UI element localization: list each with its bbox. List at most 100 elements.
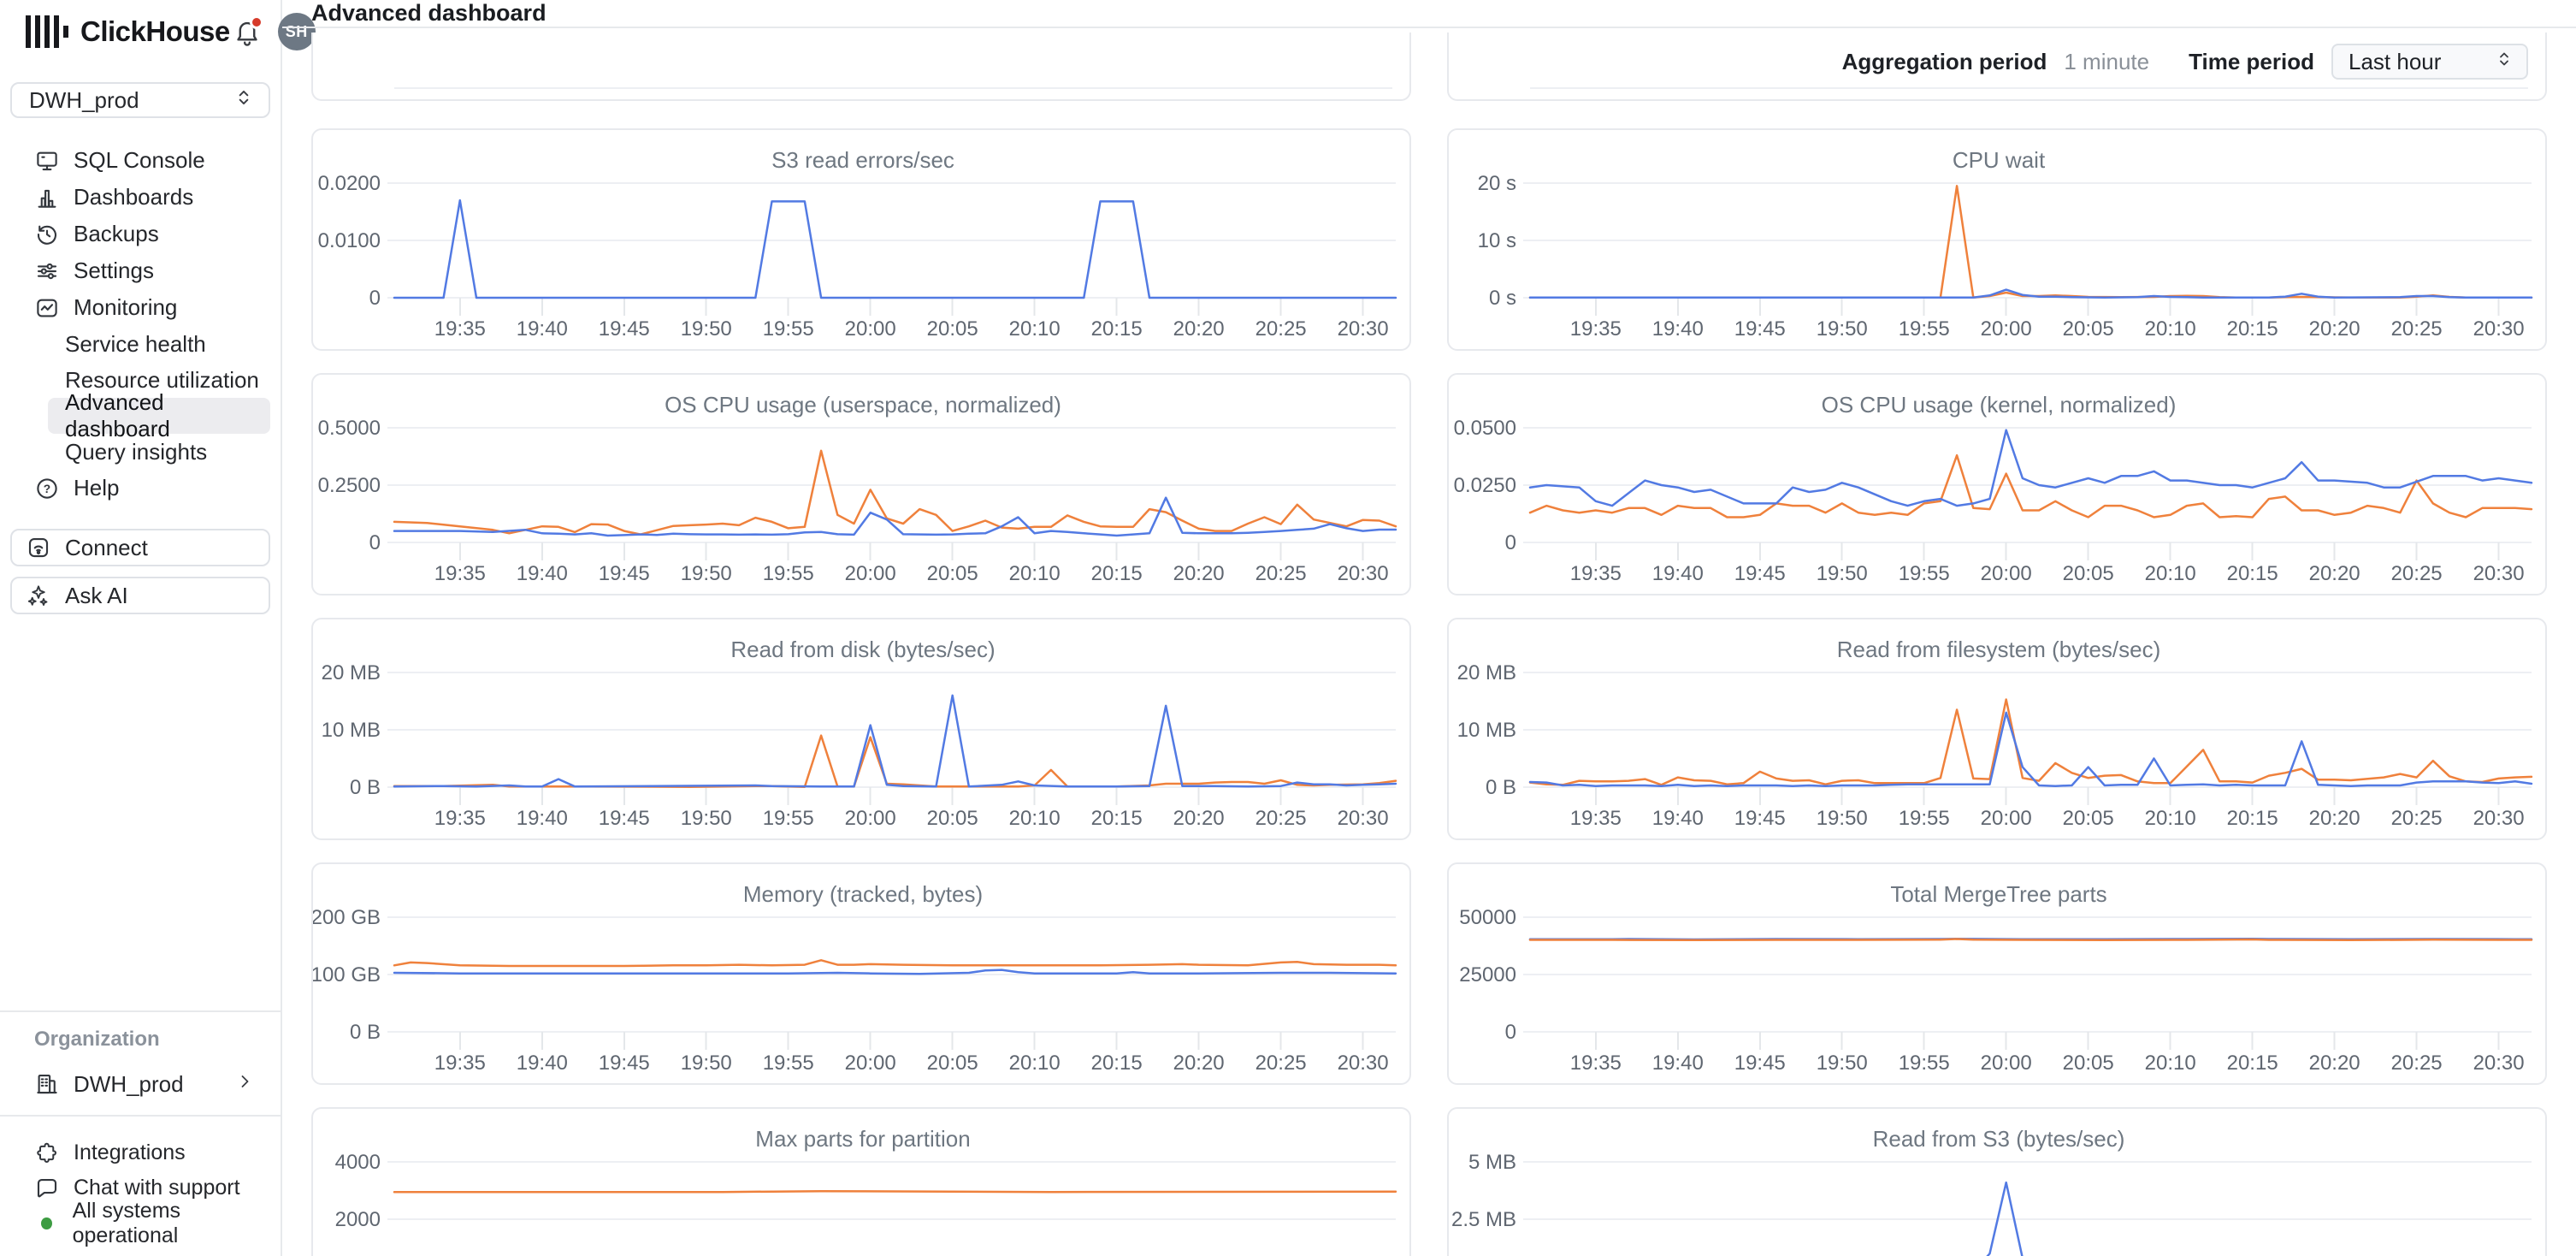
chart-card-8: Total MergeTree parts5000025000019:3519:… <box>1447 862 2547 1085</box>
series-line-orange <box>394 1191 1396 1192</box>
time-period-label: Time period <box>2189 49 2314 75</box>
system-status-link[interactable]: All systems operational <box>10 1206 270 1241</box>
x-axis-tick-label: 20:20 <box>2309 562 2360 585</box>
chart-plot: CPU wait20 s10 s0 s19:3519:4019:4519:501… <box>1449 130 2549 353</box>
x-axis-tick-label: 19:50 <box>681 807 732 830</box>
sidebar-item-label: Service health <box>65 331 206 358</box>
chart-title: S3 read errors/sec <box>771 147 954 173</box>
status-label: All systems operational <box>73 1199 270 1248</box>
chart-title: Read from S3 (bytes/sec) <box>1873 1126 2125 1152</box>
x-axis-tick-label: 20:30 <box>2473 807 2525 830</box>
x-axis-tick-label: 19:55 <box>1899 1052 1950 1075</box>
connect-button[interactable]: Connect <box>10 529 270 566</box>
series-line-orange <box>1530 186 2532 297</box>
x-axis-tick-label: 20:05 <box>2063 1052 2114 1075</box>
y-axis-tick-label: 10 MB <box>322 719 381 742</box>
y-axis-tick-label: 5 MB <box>1468 1151 1516 1174</box>
x-axis-tick-label: 19:55 <box>763 807 814 830</box>
series-line-orange <box>1530 700 2532 785</box>
sidebar-item-settings[interactable]: Settings <box>10 252 270 289</box>
chart-title: Max parts for partition <box>755 1126 970 1152</box>
x-axis-tick-label: 20:20 <box>1173 807 1225 830</box>
clickhouse-logo-icon[interactable] <box>26 15 68 49</box>
x-axis-tick-label: 20:30 <box>2473 1052 2525 1075</box>
ask-ai-button[interactable]: Ask AI <box>10 577 270 614</box>
x-axis-tick-label: 20:15 <box>1091 562 1143 585</box>
notifications-bell-icon[interactable] <box>230 15 264 49</box>
chart-title: CPU wait <box>1953 147 2046 173</box>
x-axis-tick-label: 20:10 <box>2145 562 2196 585</box>
y-axis-tick-label: 0 <box>1505 531 1516 554</box>
x-axis-tick-label: 20:10 <box>2145 807 2196 830</box>
sidebar-item-help[interactable]: ? Help <box>10 470 270 507</box>
chart-card-10: Read from S3 (bytes/sec)5 MB2.5 MB0 B19:… <box>1447 1107 2547 1256</box>
aggregation-period-value[interactable]: 1 minute <box>2064 49 2149 75</box>
chart-card-2: CPU wait20 s10 s0 s19:3519:4019:4519:501… <box>1447 128 2547 351</box>
project-selector-value: DWH_prod <box>29 87 139 114</box>
y-axis-tick-label: 0.0200 <box>318 172 381 195</box>
x-axis-tick-label: 20:25 <box>1256 807 1307 830</box>
y-axis-tick-label: 20 MB <box>1457 661 1516 684</box>
x-axis-tick-label: 20:20 <box>1173 562 1225 585</box>
chart-plot: Total MergeTree parts5000025000019:3519:… <box>1449 864 2549 1087</box>
x-axis-tick-label: 20:00 <box>845 807 896 830</box>
x-axis-tick-label: 20:05 <box>2063 562 2114 585</box>
x-axis-tick-label: 19:40 <box>517 1052 568 1075</box>
y-axis-tick-label: 0 B <box>1486 776 1516 799</box>
notification-dot <box>250 15 263 29</box>
x-axis-tick-label: 20:10 <box>1009 562 1061 585</box>
y-axis-tick-label: 4000 <box>335 1151 381 1174</box>
x-axis-tick-label: 20:30 <box>2473 317 2525 341</box>
y-axis-tick-label: 0 B <box>350 1021 381 1044</box>
x-axis-tick-label: 20:30 <box>2473 562 2525 585</box>
dashboards-icon <box>34 185 60 210</box>
x-axis-tick-label: 20:00 <box>1981 1052 2032 1075</box>
x-axis-tick-label: 19:55 <box>763 1052 814 1075</box>
time-period-select[interactable]: Last hour <box>2331 44 2528 80</box>
x-axis-tick-label: 20:05 <box>2063 807 2114 830</box>
x-axis-tick-label: 19:45 <box>599 1052 650 1075</box>
x-axis-tick-label: 20:10 <box>1009 317 1061 341</box>
chart-plot: Memory (tracked, bytes)200 GB100 GB0 B19… <box>313 864 1413 1087</box>
x-axis-tick-label: 19:55 <box>1899 562 1950 585</box>
x-axis-tick-label: 20:30 <box>1338 562 1389 585</box>
sidebar-bottom: Organization DWH_prod <box>0 1010 281 1256</box>
chart-card-partial <box>311 33 1411 101</box>
x-axis-tick-label: 20:05 <box>2063 317 2114 341</box>
sidebar-item-backups[interactable]: Backups <box>10 216 270 252</box>
x-axis-tick-label: 19:35 <box>1570 807 1622 830</box>
x-axis-tick-label: 20:00 <box>1981 562 2032 585</box>
sidebar-item-advanced-dashboard[interactable]: Advanced dashboard <box>48 398 270 434</box>
project-selector[interactable]: DWH_prod <box>10 82 270 118</box>
x-axis-tick-label: 19:35 <box>434 1052 486 1075</box>
chart-title: Total MergeTree parts <box>1890 881 2106 907</box>
sidebar-item-sql-console[interactable]: SQL Console <box>10 142 270 179</box>
chart-plot: S3 read errors/sec0.02000.0100019:3519:4… <box>313 130 1413 353</box>
integrations-link[interactable]: Integrations <box>10 1135 270 1170</box>
y-axis-tick-label: 0.0100 <box>318 229 381 252</box>
x-axis-tick-label: 19:55 <box>1899 317 1950 341</box>
organization-item[interactable]: DWH_prod <box>10 1065 270 1103</box>
x-axis-tick-label: 19:40 <box>517 317 568 341</box>
x-axis-tick-label: 20:05 <box>927 807 978 830</box>
chart-plot: Read from S3 (bytes/sec)5 MB2.5 MB0 B19:… <box>1449 1109 2549 1256</box>
page-title: Advanced dashboard <box>311 0 547 27</box>
sidebar-item-dashboards[interactable]: Dashboards <box>10 179 270 216</box>
x-axis-tick-label: 20:30 <box>1338 807 1389 830</box>
sidebar-item-service-health[interactable]: Service health <box>48 326 270 362</box>
logo-text[interactable]: ClickHouse <box>80 15 230 48</box>
x-axis-tick-label: 19:40 <box>1652 1052 1704 1075</box>
x-axis-tick-label: 20:15 <box>1091 807 1143 830</box>
chart-plot: Max parts for partition40002000019:3519:… <box>313 1109 1413 1256</box>
aggregation-period-label: Aggregation period <box>1842 49 2047 75</box>
sidebar-item-label: Monitoring <box>74 294 177 321</box>
sparkles-icon <box>26 583 51 608</box>
dashboard-content: Aggregation period 1 minute Time period … <box>282 28 2576 1256</box>
series-line-blue <box>394 498 1396 536</box>
x-axis-tick-label: 20:10 <box>2145 317 2196 341</box>
x-axis-tick-label: 20:20 <box>2309 807 2360 830</box>
puzzle-icon <box>34 1140 60 1166</box>
sidebar-item-monitoring[interactable]: Monitoring <box>10 289 270 326</box>
x-axis-tick-label: 19:35 <box>1570 562 1622 585</box>
ask-ai-button-label: Ask AI <box>65 583 128 609</box>
